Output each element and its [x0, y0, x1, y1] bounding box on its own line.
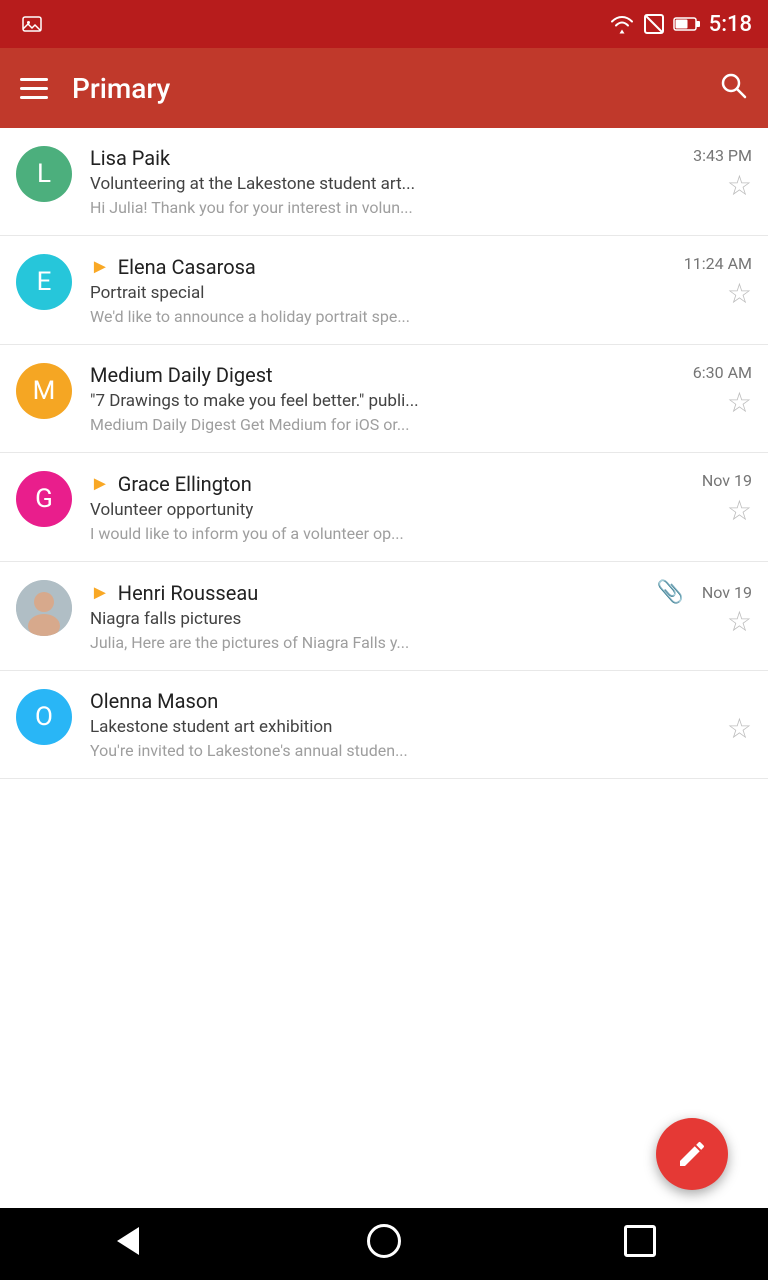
email-time-3: 6:30 AM — [693, 363, 752, 382]
email-subject-2: Portrait special — [90, 283, 668, 303]
email-subject-5: Niagra falls pictures — [90, 609, 648, 629]
email-item-1[interactable]: L Lisa Paik Volunteering at the Lakestone … — [0, 128, 768, 236]
email-content-5: ►Henri Rousseau Niagra falls pictures Juli… — [90, 580, 648, 652]
email-sender-6: Olenna Mason — [90, 689, 218, 713]
recents-button[interactable] — [600, 1208, 680, 1280]
email-item-2[interactable]: E ►Elena Casarosa Portrait special We'd lik… — [0, 236, 768, 345]
attachment-icon-5: 📎 — [656, 580, 683, 605]
email-item-4[interactable]: G ►Grace Ellington Volunteer opportunity I … — [0, 453, 768, 562]
important-icon-2: ► — [90, 254, 110, 279]
email-list: L Lisa Paik Volunteering at the Lakestone … — [0, 128, 768, 779]
home-button[interactable] — [344, 1208, 424, 1280]
email-subject-6: Lakestone student art exhibition — [90, 717, 709, 737]
email-right-3: 6:30 AM ☆ — [685, 363, 752, 423]
email-right-6: ☆ — [717, 689, 752, 749]
email-item-5[interactable]: ►Henri Rousseau Niagra falls pictures Juli… — [0, 562, 768, 671]
page-title: Primary — [72, 72, 694, 105]
email-preview-4: I would like to inform you of a voluntee… — [90, 524, 610, 543]
star-button-3[interactable]: ☆ — [727, 386, 752, 419]
signal-icon — [643, 13, 665, 35]
status-right-icons: 5:18 — [609, 12, 752, 37]
status-time: 5:18 — [709, 12, 752, 37]
email-content-4: ►Grace Ellington Volunteer opportunity I w… — [90, 471, 686, 543]
avatar-2: E — [16, 254, 72, 310]
email-time-1: 3:43 PM — [693, 146, 752, 165]
avatar-3: M — [16, 363, 72, 419]
star-button-2[interactable]: ☆ — [727, 277, 752, 310]
email-right-2: 11:24 AM ☆ — [676, 254, 752, 314]
email-preview-2: We'd like to announce a holiday portrait… — [90, 307, 610, 326]
email-time-5: Nov 19 — [702, 583, 752, 602]
email-subject-3: "7 Drawings to make you feel better." pu… — [90, 391, 677, 411]
email-right-1: 3:43 PM ☆ — [685, 146, 752, 206]
star-button-5[interactable]: ☆ — [727, 605, 752, 638]
status-left-icons — [16, 12, 599, 36]
star-button-4[interactable]: ☆ — [727, 494, 752, 527]
email-content-1: Lisa Paik Volunteering at the Lakestone s… — [90, 146, 677, 217]
bottom-navigation — [0, 1208, 768, 1280]
compose-button[interactable] — [656, 1118, 728, 1190]
email-item-3[interactable]: M Medium Daily Digest "7 Drawings to make … — [0, 345, 768, 453]
email-sender-2: ►Elena Casarosa — [90, 254, 256, 279]
star-button-1[interactable]: ☆ — [727, 169, 752, 202]
battery-icon — [673, 15, 701, 33]
email-preview-3: Medium Daily Digest Get Medium for iOS o… — [90, 415, 610, 434]
important-icon-4: ► — [90, 471, 110, 496]
email-preview-6: You're invited to Lakestone's annual stu… — [90, 741, 610, 760]
avatar-6: O — [16, 689, 72, 745]
important-icon-5: ► — [90, 580, 110, 605]
email-sender-1: Lisa Paik — [90, 146, 170, 170]
email-time-2: 11:24 AM — [684, 254, 752, 273]
email-time-4: Nov 19 — [702, 471, 752, 490]
email-subject-1: Volunteering at the Lakestone student ar… — [90, 174, 677, 194]
menu-button[interactable] — [20, 78, 48, 99]
email-sender-5: ►Henri Rousseau — [90, 580, 258, 605]
email-sender-3: Medium Daily Digest — [90, 363, 273, 387]
avatar-1: L — [16, 146, 72, 202]
email-preview-5: Julia, Here are the pictures of Niagra F… — [90, 633, 610, 652]
email-subject-4: Volunteer opportunity — [90, 500, 686, 520]
star-button-6[interactable]: ☆ — [727, 712, 752, 745]
search-button[interactable] — [718, 70, 748, 107]
avatar-5 — [16, 580, 72, 636]
email-content-2: ►Elena Casarosa Portrait special We'd like… — [90, 254, 668, 326]
email-item-6[interactable]: O Olenna Mason Lakestone student art exhib… — [0, 671, 768, 779]
back-button[interactable] — [88, 1208, 168, 1280]
email-content-6: Olenna Mason Lakestone student art exhibi… — [90, 689, 709, 760]
email-right-5: 📎 Nov 19 ☆ — [656, 580, 752, 642]
email-preview-1: Hi Julia! Thank you for your interest in… — [90, 198, 610, 217]
email-sender-4: ►Grace Ellington — [90, 471, 252, 496]
wifi-icon — [609, 13, 635, 35]
top-app-bar: Primary — [0, 48, 768, 128]
email-right-4: Nov 19 ☆ — [694, 471, 752, 531]
email-content-3: Medium Daily Digest "7 Drawings to make y… — [90, 363, 677, 434]
avatar-4: G — [16, 471, 72, 527]
status-bar: 5:18 — [0, 0, 768, 48]
